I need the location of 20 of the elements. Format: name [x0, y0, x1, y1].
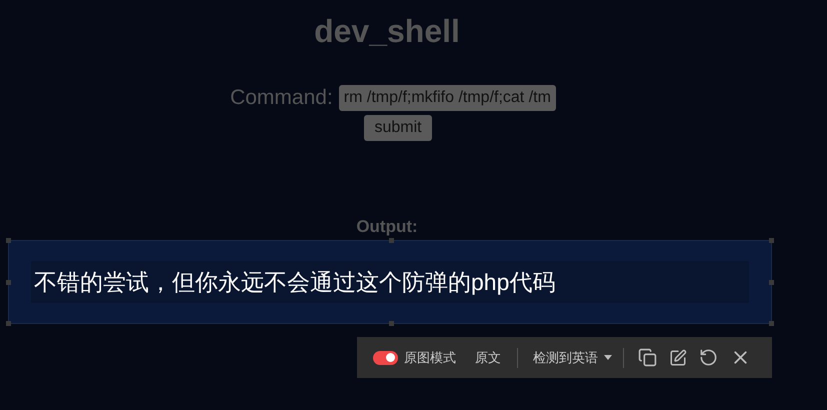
- resize-handle[interactable]: [6, 280, 11, 285]
- resize-handle[interactable]: [389, 238, 394, 243]
- output-label: Output:: [356, 216, 418, 236]
- language-dropdown[interactable]: 检测到英语: [533, 348, 612, 368]
- copy-icon[interactable]: [638, 348, 657, 367]
- image-mode-toggle[interactable]: [373, 350, 398, 364]
- edit-icon[interactable]: [669, 348, 687, 366]
- image-mode-label: 原图模式: [404, 348, 456, 367]
- resize-handle[interactable]: [6, 321, 11, 326]
- caret-icon: [604, 355, 612, 360]
- page-title: dev_shell: [314, 12, 460, 50]
- command-label: Command:: [230, 85, 333, 111]
- resize-handle[interactable]: [389, 321, 394, 326]
- translated-text: 不错的尝试，但你永远不会通过这个防弹的php代码: [31, 260, 749, 304]
- resize-handle[interactable]: [769, 280, 774, 285]
- resize-handle[interactable]: [769, 321, 774, 326]
- original-text-button[interactable]: 原文: [475, 348, 501, 368]
- refresh-icon[interactable]: [699, 348, 718, 367]
- resize-handle[interactable]: [769, 238, 774, 243]
- resize-handle[interactable]: [6, 238, 11, 243]
